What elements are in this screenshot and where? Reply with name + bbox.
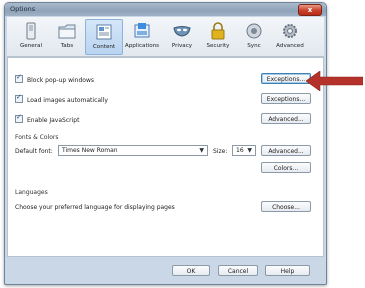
category-toolbar: General Tabs Content Applications Privac…	[7, 17, 324, 57]
content-icon	[96, 24, 112, 40]
tab-applications[interactable]: Applications	[122, 19, 162, 53]
load-images-row: Load images automatically	[15, 93, 108, 104]
javascript-checkbox[interactable]	[15, 113, 23, 123]
choose-language-button[interactable]: Choose...	[261, 201, 311, 212]
fonts-advanced-button[interactable]: Advanced...	[261, 145, 311, 156]
close-button[interactable]: x	[298, 4, 322, 16]
switch-icon	[26, 22, 36, 40]
tab-label: Sync	[247, 43, 261, 49]
options-window: Options x General Tabs Content Applicati…	[4, 2, 327, 285]
font-size-value: 16	[236, 147, 244, 154]
annotation-arrow-icon	[306, 71, 363, 91]
block-popups-label: Block pop-up windows	[27, 77, 94, 84]
mask-icon	[173, 26, 191, 37]
javascript-row: Enable JavaScript	[15, 113, 80, 124]
folder-tabs-icon	[58, 24, 76, 39]
javascript-advanced-button[interactable]: Advanced...	[261, 113, 311, 124]
ok-button[interactable]: OK	[172, 265, 210, 276]
tab-advanced[interactable]: Advanced	[272, 19, 308, 53]
gear-icon	[283, 24, 297, 38]
tab-general[interactable]: General	[13, 19, 49, 53]
font-size-select[interactable]: 16 ▼	[232, 145, 256, 156]
tab-label: General	[19, 43, 43, 49]
languages-description: Choose your preferred language for displ…	[15, 204, 175, 211]
title-bar: Options x	[5, 3, 326, 16]
tab-label: Advanced	[276, 43, 304, 49]
block-popups-checkbox[interactable]	[15, 73, 23, 83]
tab-tabs[interactable]: Tabs	[49, 19, 85, 53]
tab-label: Applications	[124, 43, 160, 49]
window-title: Options	[10, 5, 36, 13]
tab-label: Content	[92, 44, 116, 50]
tab-label: Tabs	[60, 43, 74, 49]
tab-security[interactable]: Security	[200, 19, 236, 53]
cancel-button[interactable]: Cancel	[218, 265, 258, 276]
images-exceptions-button[interactable]: Exceptions...	[261, 93, 311, 104]
default-font-value: Times New Roman	[62, 147, 118, 154]
chevron-down-icon: ▼	[247, 147, 252, 154]
tab-sync[interactable]: Sync	[236, 19, 272, 53]
size-label: Size:	[213, 148, 228, 155]
applications-icon	[134, 23, 150, 38]
sync-icon	[246, 23, 262, 39]
chevron-down-icon: ▼	[199, 147, 204, 154]
default-font-select[interactable]: Times New Roman ▼	[58, 145, 208, 156]
help-button[interactable]: Help	[265, 265, 310, 276]
languages-heading: Languages	[15, 189, 48, 196]
padlock-icon	[211, 22, 225, 40]
tab-content[interactable]: Content	[85, 19, 123, 55]
fonts-colors-heading: Fonts & Colors	[15, 134, 59, 141]
tab-label: Privacy	[171, 43, 193, 49]
popup-exceptions-button[interactable]: Exceptions...	[261, 73, 311, 84]
dialog-footer: OK Cancel Help	[5, 257, 326, 284]
load-images-checkbox[interactable]	[15, 93, 23, 103]
colors-button[interactable]: Colors...	[261, 162, 311, 173]
content-panel: Block pop-up windows Exceptions... Load …	[7, 57, 324, 257]
default-font-label: Default font:	[15, 148, 53, 155]
block-popups-row: Block pop-up windows	[15, 73, 94, 84]
load-images-label: Load images automatically	[27, 97, 108, 104]
javascript-label: Enable JavaScript	[27, 117, 80, 124]
tab-label: Security	[206, 43, 230, 49]
tab-privacy[interactable]: Privacy	[164, 19, 200, 53]
